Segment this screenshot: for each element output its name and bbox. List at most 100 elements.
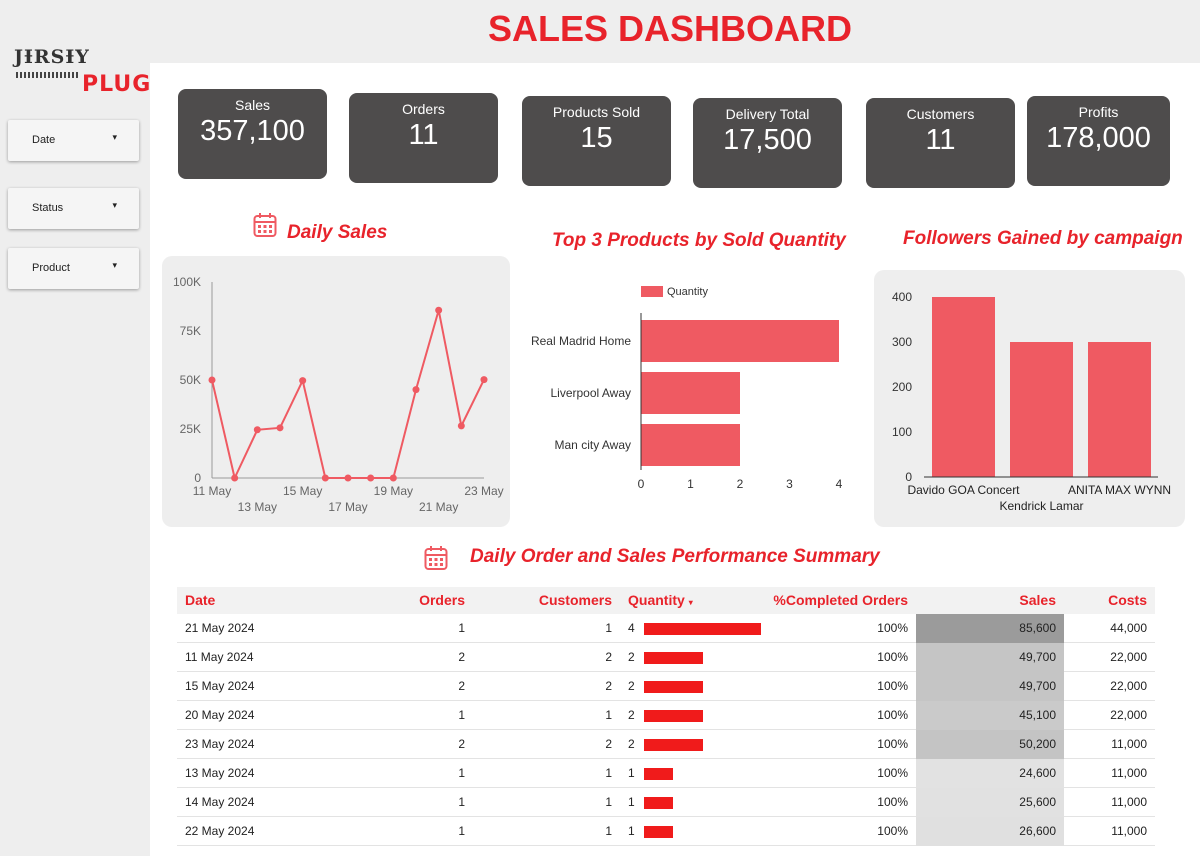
cell-customers: 1 — [605, 621, 612, 635]
data-point — [253, 426, 261, 434]
cell-quantity: 4 — [628, 621, 635, 635]
cell-customers: 2 — [605, 737, 612, 751]
cell-customers: 1 — [605, 824, 612, 838]
cell-sales: 49,700 — [1019, 679, 1056, 693]
y-tick-label: 200 — [892, 380, 912, 394]
kpi-value: 357,100 — [200, 115, 305, 147]
cell-orders: 1 — [458, 621, 465, 635]
logo-text-bottom: PLUG — [82, 72, 152, 97]
data-point — [389, 474, 397, 482]
cell-costs: 22,000 — [1110, 679, 1147, 693]
kpi-label: Customers — [906, 106, 975, 122]
y-tick-label: 400 — [892, 290, 912, 304]
data-point — [480, 376, 488, 384]
y-tick-label: 25K — [180, 422, 201, 436]
cell-quantity: 2 — [628, 679, 635, 693]
data-point — [276, 424, 284, 432]
table-row: 11 May 2024 2 2 2 100% 49,700 22,000 — [177, 643, 1155, 672]
quantity-bar — [644, 797, 673, 809]
x-tick-label: 13 May — [238, 500, 277, 514]
cell-quantity: 1 — [628, 795, 635, 809]
kpi-value: 17,500 — [723, 124, 812, 156]
x-tick-label: 0 — [638, 477, 645, 491]
data-point — [412, 386, 420, 394]
page-title: SALES DASHBOARD — [487, 8, 853, 49]
status-filter-dropdown[interactable]: Status ▾ — [8, 188, 139, 229]
cell-orders: 2 — [458, 737, 465, 751]
cell-sales: 24,600 — [1019, 766, 1056, 780]
cell-customers: 1 — [605, 795, 612, 809]
chevron-down-icon: ▾ — [112, 200, 117, 210]
sort-desc-icon: ▾ — [688, 598, 693, 607]
bar — [1010, 342, 1073, 477]
kpi-value: 178,000 — [1046, 122, 1151, 154]
cell-completed: 100% — [877, 650, 908, 664]
bar — [641, 320, 839, 362]
kpi-value: 11 — [408, 119, 439, 151]
cell-sales: 26,600 — [1019, 824, 1056, 838]
quantity-bar — [644, 739, 703, 751]
kpi-label: Orders — [402, 101, 445, 117]
cell-date: 15 May 2024 — [185, 679, 255, 693]
cell-date: 20 May 2024 — [185, 708, 255, 722]
top-products-title: Top 3 Products by Sold Quantity — [552, 230, 846, 251]
y-tick-label: 0 — [194, 471, 201, 485]
daily-sales-title: Daily Sales — [287, 222, 388, 243]
table-row: 21 May 2024 1 1 4 100% 85,600 44,000 — [177, 614, 1155, 643]
cell-customers: 1 — [605, 708, 612, 722]
data-point — [208, 376, 216, 384]
table-row: 14 May 2024 1 1 1 100% 25,600 11,000 — [177, 788, 1155, 817]
cell-customers: 2 — [605, 650, 612, 664]
calendar-icon — [253, 213, 277, 237]
x-tick-label: 19 May — [374, 484, 413, 498]
summary-table: Date Orders Customers Quantity ▾ %Complet… — [177, 587, 1155, 846]
kpi-card-delivery-total: Delivery Total 17,500 — [693, 98, 842, 188]
cell-sales: 45,100 — [1019, 708, 1056, 722]
date-filter-dropdown[interactable]: Date ▾ — [8, 120, 139, 161]
table-body: 21 May 2024 1 1 4 100% 85,600 44,000 11 May 202… — [177, 614, 1155, 846]
cell-date: 21 May 2024 — [185, 621, 255, 635]
table-row: 22 May 2024 1 1 1 100% 26,600 11,000 — [177, 817, 1155, 846]
cell-date: 23 May 2024 — [185, 737, 255, 751]
kpi-value: 15 — [580, 122, 613, 154]
top-products-chart: Quantity Real Madrid Home Liverpool Away Ma… — [531, 286, 843, 491]
cell-costs: 11,000 — [1111, 737, 1147, 751]
quantity-bar — [644, 826, 673, 838]
bar — [1088, 342, 1151, 477]
cell-quantity: 2 — [628, 708, 635, 722]
kpi-card-profits: Profits 178,000 — [1027, 96, 1170, 186]
col-header-orders[interactable]: Orders — [419, 587, 465, 614]
x-tick-label: 1 — [687, 477, 694, 491]
cell-quantity: 2 — [628, 737, 635, 751]
cell-completed: 100% — [877, 737, 908, 751]
cell-date: 14 May 2024 — [185, 795, 255, 809]
chevron-down-icon: ▾ — [112, 132, 117, 142]
y-tick-label: 0 — [905, 470, 912, 484]
col-header-sales[interactable]: Sales — [1019, 587, 1056, 614]
x-tick-label: 2 — [737, 477, 744, 491]
product-filter-dropdown[interactable]: Product ▾ — [8, 248, 139, 289]
cell-costs: 11,000 — [1111, 824, 1147, 838]
x-tick-label: 11 May — [193, 484, 231, 498]
kpi-label: Sales — [234, 97, 271, 113]
cell-completed: 100% — [877, 679, 908, 693]
table-title: Daily Order and Sales Performance Summar… — [470, 546, 880, 567]
col-header-date[interactable]: Date — [185, 587, 215, 614]
table-row: 20 May 2024 1 1 2 100% 45,100 22,000 — [177, 701, 1155, 730]
col-header-quantity[interactable]: Quantity ▾ — [628, 587, 693, 616]
legend-swatch — [641, 286, 663, 297]
y-tick-label: 100 — [892, 425, 912, 439]
cell-orders: 1 — [458, 824, 465, 838]
followers-title: Followers Gained by campaign — [903, 228, 1183, 249]
cell-quantity: 2 — [628, 650, 635, 664]
col-header-costs[interactable]: Costs — [1108, 587, 1147, 614]
quantity-bar — [644, 652, 703, 664]
bar — [641, 372, 740, 414]
calendar-icon — [424, 546, 448, 570]
col-header-customers[interactable]: Customers — [539, 587, 612, 614]
table-row: 13 May 2024 1 1 1 100% 24,600 11,000 — [177, 759, 1155, 788]
col-header-completed[interactable]: %Completed Orders — [773, 587, 908, 614]
cell-date: 13 May 2024 — [185, 766, 255, 780]
x-tick-label: 21 May — [419, 500, 458, 514]
date-filter-label: Date — [32, 134, 56, 146]
